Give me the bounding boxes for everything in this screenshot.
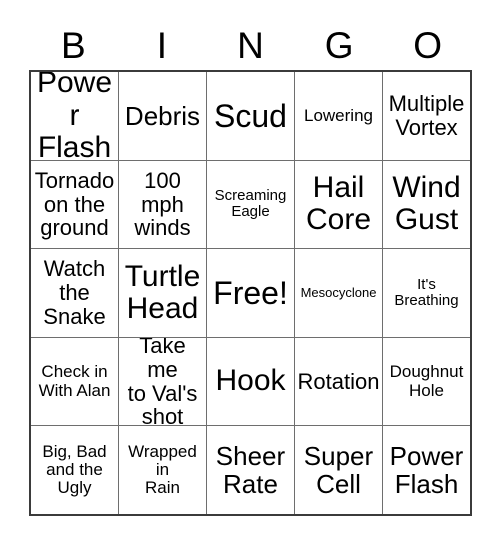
bingo-row: Big, Bad and the Ugly Wrapped in Rain Shee… xyxy=(31,425,470,514)
bingo-header-letter-i: I xyxy=(156,25,168,66)
bingo-cell-label: Power Flash xyxy=(389,441,464,500)
bingo-cell[interactable]: Hook xyxy=(206,337,294,426)
bingo-header-letter-g: G xyxy=(324,25,354,66)
bingo-cell[interactable]: Wind Gust xyxy=(382,160,470,249)
bingo-row: Check in With Alan Take me to Val's shot H… xyxy=(31,336,470,426)
bingo-cell[interactable]: Check in With Alan xyxy=(31,338,118,426)
bingo-cell[interactable]: Debris xyxy=(118,72,206,160)
bingo-header: BINGO xyxy=(29,22,472,70)
bingo-free-space[interactable]: Free! xyxy=(206,249,294,337)
bingo-cell-label: Tornado on the ground xyxy=(34,167,115,241)
bingo-cell[interactable]: Power Flash xyxy=(31,72,118,160)
bingo-cell[interactable]: Screaming Eagle xyxy=(206,160,294,249)
bingo-cell[interactable]: Rotation xyxy=(294,337,382,426)
bingo-cell-label: Debris xyxy=(124,100,201,131)
bingo-row: Power Flash Debris Scud Lowering Multiple Vo… xyxy=(31,72,470,160)
bingo-cell[interactable]: Tornado on the ground xyxy=(31,161,118,249)
bingo-cell-label: Multiple Vortex xyxy=(388,91,465,140)
bingo-grid: Power Flash Debris Scud Lowering Multiple Vo… xyxy=(29,70,472,516)
bingo-cell[interactable]: It's Breathing xyxy=(382,249,470,337)
bingo-cell-label: Power Flash xyxy=(36,72,113,160)
bingo-cell-label: Mesocyclone xyxy=(300,284,377,300)
bingo-cell-label: Rotation xyxy=(297,368,380,394)
bingo-cell[interactable]: Lowering xyxy=(294,72,382,160)
bingo-header-letter-o: O xyxy=(413,25,443,66)
bingo-cell-label: Wrapped in Rain xyxy=(128,441,197,498)
bingo-cell-label: Screaming Eagle xyxy=(214,187,287,221)
bingo-cell-label: Check in With Alan xyxy=(38,362,111,400)
bingo-cell-label: Wind Gust xyxy=(392,171,461,237)
bingo-cell-label: Hail Core xyxy=(305,171,372,237)
bingo-cell-label: Scud xyxy=(214,97,287,134)
bingo-header-letter-b: B xyxy=(60,25,86,66)
bingo-cell[interactable]: Scud xyxy=(206,72,294,160)
bingo-cell-label: Turtle Head xyxy=(124,259,201,325)
bingo-cell[interactable]: Power Flash xyxy=(382,426,470,514)
bingo-cell-label: Free! xyxy=(213,274,288,311)
bingo-cell-label: 100 mph winds xyxy=(134,167,191,241)
bingo-cell-label: Lowering xyxy=(304,105,373,125)
bingo-cell[interactable]: Doughnut Hole xyxy=(382,337,470,426)
bingo-cell[interactable]: Sheer Rate xyxy=(206,426,294,514)
bingo-cell[interactable]: Watch the Snake xyxy=(31,249,118,337)
bingo-cell-label: Hook xyxy=(215,364,286,398)
bingo-header-letter-n: N xyxy=(237,25,264,66)
bingo-cell-label: Big, Bad and the Ugly xyxy=(42,441,107,498)
bingo-cell[interactable]: 100 mph winds xyxy=(118,160,206,249)
bingo-cell-label: Take me to Val's shot xyxy=(127,337,198,426)
bingo-cell[interactable]: Take me to Val's shot xyxy=(118,337,206,426)
bingo-cell[interactable]: Big, Bad and the Ugly xyxy=(31,426,118,514)
bingo-row: Watch the Snake Turtle Head Free! Mesocyclo… xyxy=(31,248,470,337)
bingo-cell[interactable]: Turtle Head xyxy=(118,249,206,337)
bingo-cell-label: Super Cell xyxy=(303,441,374,500)
bingo-cell[interactable]: Hail Core xyxy=(294,160,382,249)
bingo-cell-label: Doughnut Hole xyxy=(389,362,464,400)
bingo-row: Tornado on the ground 100 mph winds Scream… xyxy=(31,159,470,249)
bingo-cell[interactable]: Super Cell xyxy=(294,426,382,514)
bingo-cell-label: Watch the Snake xyxy=(43,256,106,329)
bingo-card: B I N G O Power Flash Debris Scud Lowering Multi… xyxy=(0,0,500,544)
bingo-cell[interactable]: Multiple Vortex xyxy=(382,72,470,160)
bingo-cell-label: It's Breathing xyxy=(394,275,459,309)
bingo-cell[interactable]: Wrapped in Rain xyxy=(118,426,206,514)
bingo-cell[interactable]: Mesocyclone xyxy=(294,249,382,337)
bingo-cell-label: Sheer Rate xyxy=(215,441,286,500)
